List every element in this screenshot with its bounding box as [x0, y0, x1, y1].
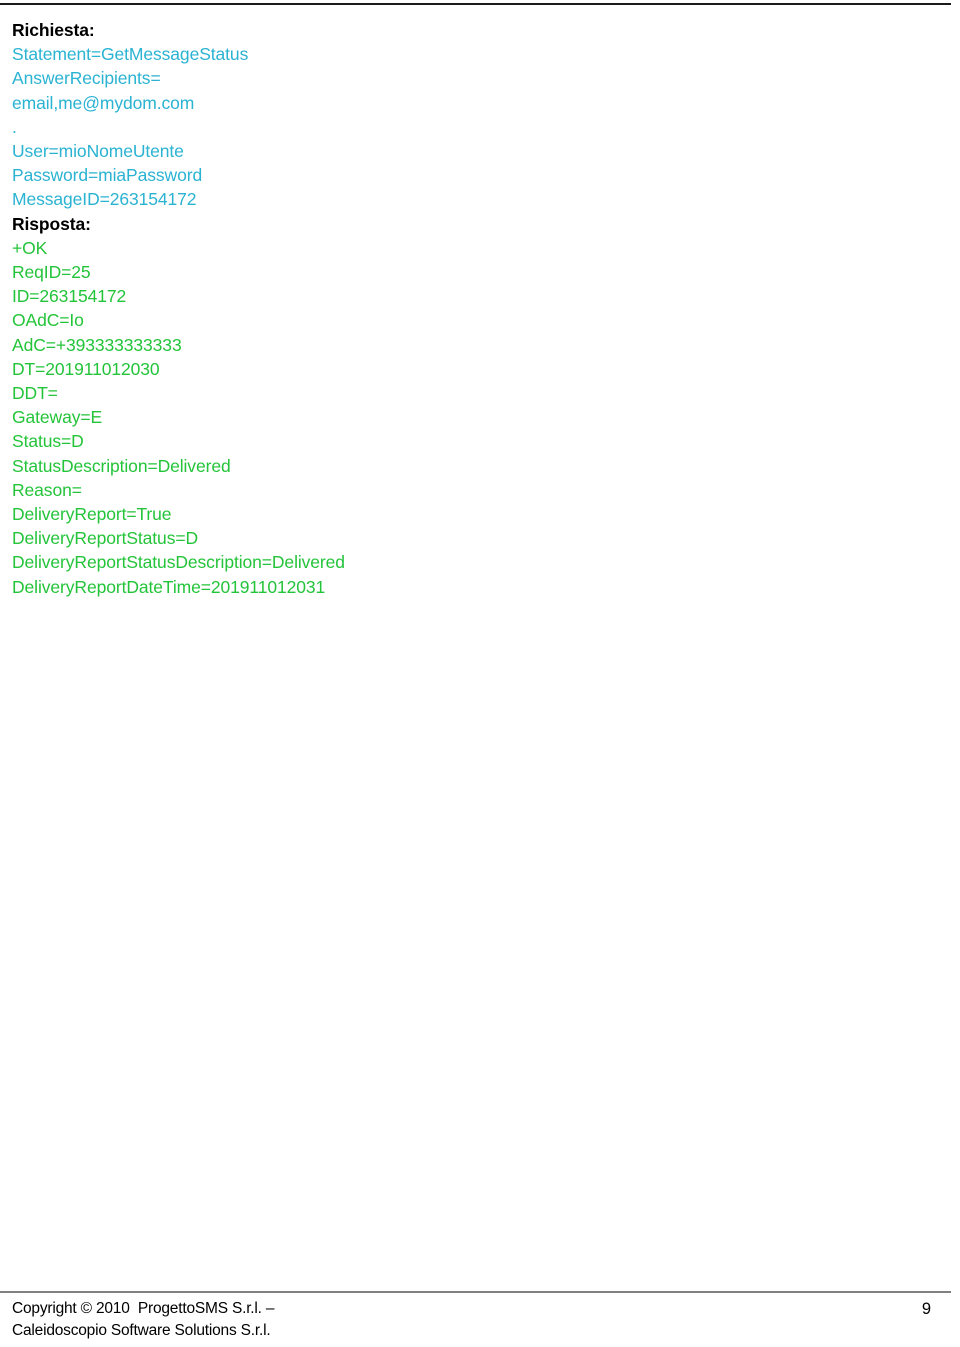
response-line: DeliveryReportStatusDescription=Delivere… — [12, 552, 345, 573]
request-line: Password=miaPassword — [12, 165, 203, 186]
response-line: ID=263154172 — [12, 286, 127, 307]
request-line: Statement=GetMessageStatus — [12, 44, 249, 65]
response-line: DT=201911012030 — [12, 358, 160, 379]
request-line: email,me@mydom.com — [12, 92, 195, 113]
request-line: AnswerRecipients= — [12, 68, 161, 89]
footer-copyright-line-1: Copyright © 2010 ProgettoSMS S.r.l. – — [12, 1300, 275, 1317]
header-divider — [0, 3, 951, 5]
request-line: User=mioNomeUtente — [12, 141, 184, 162]
response-line: DeliveryReportStatus=D — [12, 528, 199, 549]
response-line: Reason= — [12, 479, 82, 500]
request-section: Richiesta: Statement=GetMessageStatus An… — [12, 18, 942, 212]
page-footer: Copyright © 2010 ProgettoSMS S.r.l. – Ca… — [12, 1298, 948, 1342]
footer-copyright-line-2: Caleidoscopio Software Solutions S.r.l. — [12, 1322, 271, 1339]
request-label: Richiesta: — [12, 20, 95, 40]
footer-page-number: 9 — [921, 1300, 931, 1318]
footer-divider — [0, 1291, 951, 1293]
response-line: Status=D — [12, 431, 84, 452]
footer-copyright: Copyright © 2010 ProgettoSMS S.r.l. – Ca… — [12, 1298, 274, 1342]
response-line: DeliveryReport=True — [12, 504, 172, 525]
response-line: AdC=+393333333333 — [12, 334, 182, 355]
response-line: OAdC=Io — [12, 310, 84, 331]
response-line: DDT= — [12, 383, 58, 404]
response-section: Risposta: +OK ReqID=25 ID=263154172 OAdC… — [12, 212, 942, 599]
response-line: Gateway=E — [12, 407, 103, 428]
response-line: StatusDescription=Delivered — [12, 455, 231, 476]
response-line: ReqID=25 — [12, 262, 91, 283]
request-line: MessageID=263154172 — [12, 189, 197, 210]
response-line: DeliveryReportDateTime=201911012031 — [12, 576, 326, 597]
request-line: . — [12, 116, 17, 137]
document-page: Richiesta: Statement=GetMessageStatus An… — [0, 0, 960, 1347]
response-label: Risposta: — [12, 213, 91, 234]
response-line: +OK — [12, 237, 48, 258]
page-content: Richiesta: Statement=GetMessageStatus An… — [12, 18, 942, 599]
